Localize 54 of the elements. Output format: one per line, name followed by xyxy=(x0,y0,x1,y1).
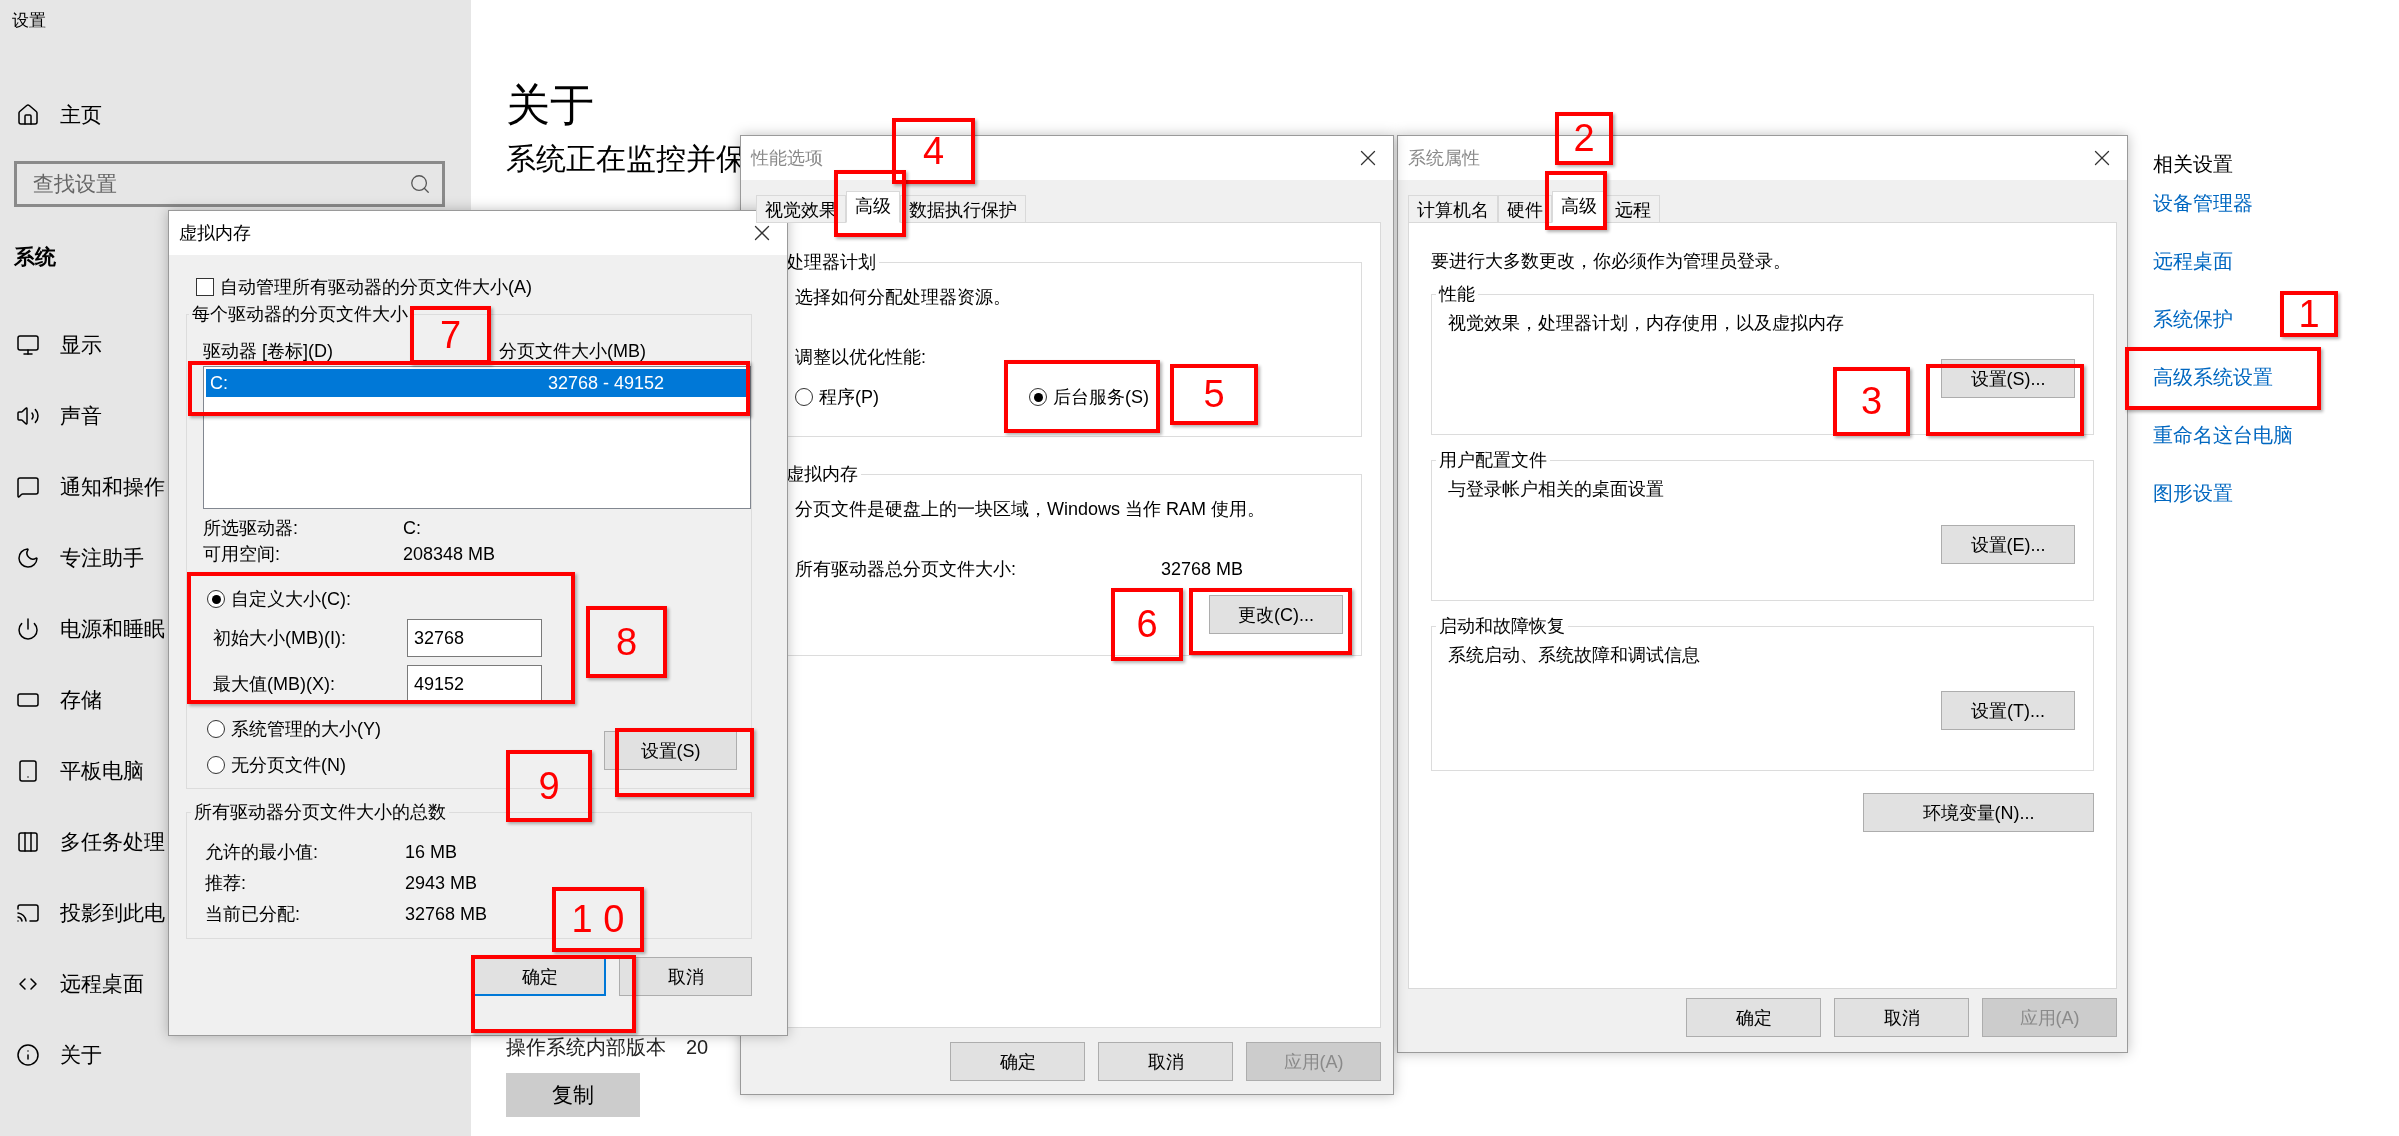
group-title: 用户配置文件 xyxy=(1438,449,1548,471)
group-text: 选择如何分配处理器资源。 xyxy=(795,286,1012,309)
radio-label: 系统管理的大小(Y) xyxy=(231,718,381,741)
step-number: 3 xyxy=(1833,367,1910,436)
related-title: 相关设置 xyxy=(2153,152,2234,174)
prompt-text: 调整以优化性能: xyxy=(795,346,927,369)
column-header: 驱动器 [卷标](D) xyxy=(203,340,333,363)
window-title: 性能选项 xyxy=(751,147,823,170)
group-text: 视觉效果，处理器计划，内存使用，以及虚拟内存 xyxy=(1448,312,1845,335)
group-text: 分页文件是硬盘上的一块区域，Windows 当作 RAM 使用。 xyxy=(795,498,1267,521)
radio-label: 后台服务(S) xyxy=(1053,386,1149,409)
total-value: 32768 MB xyxy=(1161,558,1244,580)
field-label: 最大值(MB)(X): xyxy=(212,673,336,696)
radio-label: 自定义大小(C): xyxy=(231,588,351,611)
group-title: 虚拟内存 xyxy=(785,463,859,485)
step-number: 1 0 xyxy=(552,887,644,952)
column-header: 分页文件大小(MB) xyxy=(499,340,646,363)
build-value: 20 xyxy=(686,1035,709,1060)
group-title: 性能 xyxy=(1437,283,1476,305)
group-text: 与登录帐户相关的桌面设置 xyxy=(1448,478,1665,501)
total-value: 32768 MB xyxy=(405,903,488,926)
step-number: 2 xyxy=(1555,112,1613,165)
radio-label: 程序(P) xyxy=(819,386,879,409)
total-label: 推荐: xyxy=(205,872,246,895)
total-label: 允许的最小值: xyxy=(205,841,318,864)
total-value: 16 MB xyxy=(405,841,458,864)
info-value: 208348 MB xyxy=(403,543,496,566)
total-value: 2943 MB xyxy=(405,872,478,895)
app-title: 设置 xyxy=(12,10,47,32)
group-title: 所有驱动器分页文件大小的总数 xyxy=(193,801,447,823)
page-title: 关于 xyxy=(506,79,594,131)
checkbox-label: 自动管理所有驱动器的分页文件大小(A) xyxy=(220,276,532,299)
total-label: 所有驱动器总分页文件大小: xyxy=(795,558,1017,581)
info-label: 所选驱动器: xyxy=(203,517,298,540)
step-number: 9 xyxy=(506,750,592,822)
info-value: C: xyxy=(403,517,421,540)
group-title: 每个驱动器的分页文件大小 xyxy=(191,303,409,325)
step-number: 1 xyxy=(2280,291,2338,337)
step-number: 7 xyxy=(410,306,491,364)
info-label: 可用空间: xyxy=(203,543,280,566)
field-label: 初始大小(MB)(I): xyxy=(212,627,347,650)
step-number: 4 xyxy=(892,118,975,184)
step-number: 6 xyxy=(1111,588,1183,661)
notice-text: 要进行大多数更改，你必须作为管理员登录。 xyxy=(1431,250,1792,273)
build-label: 操作系统内部版本 xyxy=(506,1035,666,1060)
total-label: 当前已分配: xyxy=(205,903,300,926)
section-title: 系统 xyxy=(14,244,57,270)
window-title: 虚拟内存 xyxy=(179,222,251,245)
step-number: 5 xyxy=(1170,364,1258,425)
group-text: 系统启动、系统故障和调试信息 xyxy=(1448,644,1701,667)
window-title: 系统属性 xyxy=(1408,147,1480,170)
radio-label: 无分页文件(N) xyxy=(231,754,346,777)
group-title: 启动和故障恢复 xyxy=(1438,615,1566,637)
step-number: 8 xyxy=(586,606,667,678)
